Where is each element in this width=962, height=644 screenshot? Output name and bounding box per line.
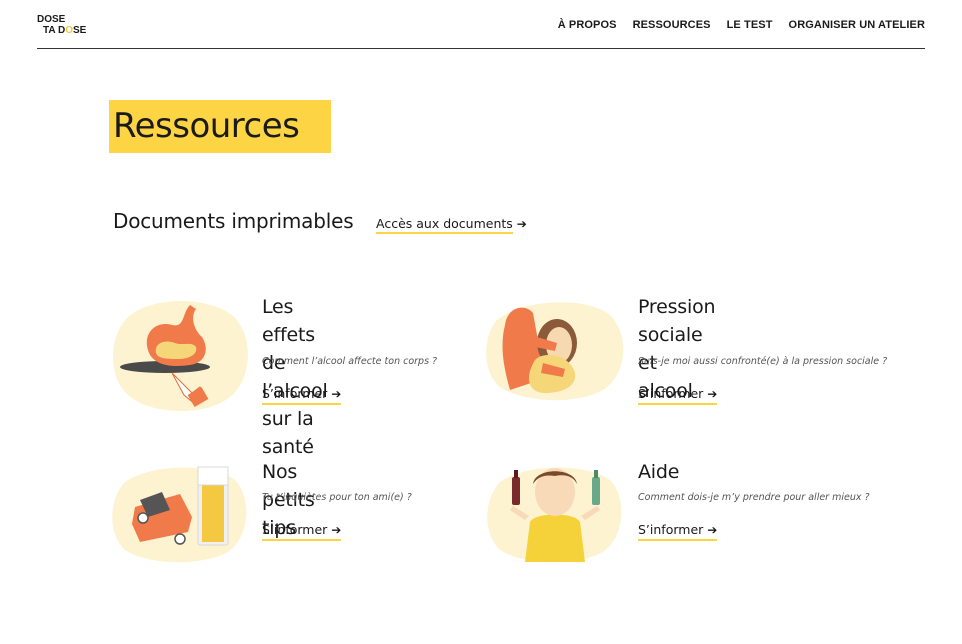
logo-line-1: DOSE [37,14,66,25]
social-pressure-illustration [486,302,624,401]
card-subtitle: Suis-je moi aussi confronté(e) à la pres… [638,356,888,367]
card-cta-link[interactable]: S’informer ➔ [262,386,342,405]
help-illustration [487,467,622,563]
site-header: DOSE TA DOSE À PROPOS RESSOURCES LE TEST… [37,0,925,49]
card-cta-link[interactable]: S’informer ➔ [638,386,718,405]
arrow-right-icon: ➔ [516,217,527,231]
card-subtitle: Comment l’alcool affecte ton corps ? [262,356,438,367]
documents-access-link[interactable]: Accès aux documents ➔ [376,216,527,234]
arrow-right-icon: ➔ [707,523,718,537]
page-title-highlight: Ressources [109,100,331,153]
card-cta-link[interactable]: S’informer ➔ [638,522,718,541]
arrow-right-icon: ➔ [331,523,342,537]
nav-item-le-test[interactable]: LE TEST [727,19,773,31]
arrow-right-icon: ➔ [331,387,342,401]
tips-illustration [112,466,247,563]
card-cta-link[interactable]: S’informer ➔ [262,522,342,541]
nav-item-ressources[interactable]: RESSOURCES [633,19,711,31]
stomach-illustration [113,300,248,412]
card-title: Les effets de l’alcool sur la santé [262,296,328,458]
logo-line-2: TA DOSE [43,25,87,36]
card-title: Aide [638,461,680,483]
arrow-right-icon: ➔ [707,387,718,401]
page-title: Ressources [113,106,300,146]
card-subtitle: Comment dois-je m’y prendre pour aller m… [638,492,870,503]
documents-section-title: Documents imprimables [113,209,354,233]
nav-item-a-propos[interactable]: À PROPOS [558,19,617,31]
documents-access-label: Accès aux documents [376,216,513,234]
main-nav: À PROPOS RESSOURCES LE TEST ORGANISER UN… [558,19,925,31]
site-logo[interactable]: DOSE TA DOSE [37,14,86,36]
nav-item-organiser-atelier[interactable]: ORGANISER UN ATELIER [789,19,925,31]
card-subtitle: Tu t’inquiètes pour ton ami(e) ? [262,492,412,503]
